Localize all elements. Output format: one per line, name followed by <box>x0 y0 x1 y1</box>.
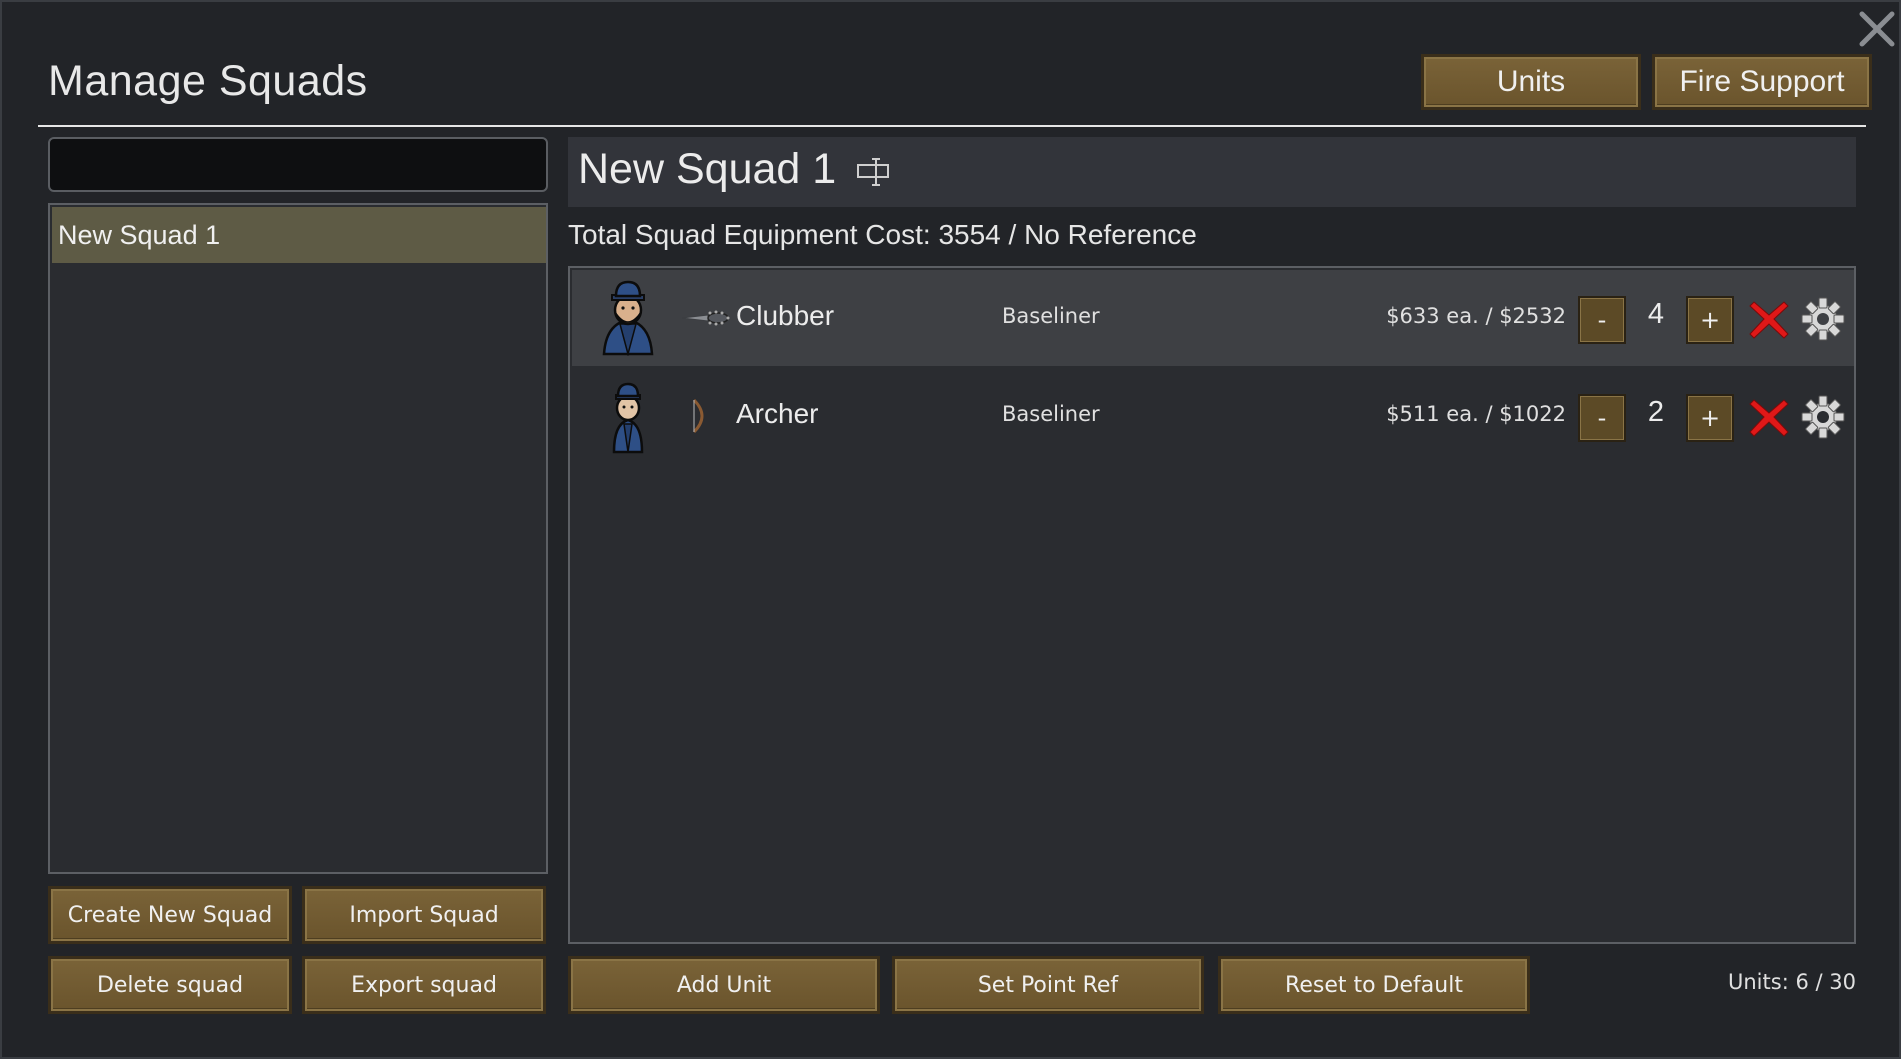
bow-icon <box>680 398 732 434</box>
unit-xenotype: Baseliner <box>1002 304 1100 328</box>
unit-row: Archer Baseliner $511 ea. / $1022 - 2 + <box>572 368 1854 464</box>
units-tab-button[interactable]: Units <box>1421 54 1641 110</box>
pawn-portrait-icon <box>598 280 658 357</box>
units-count: Units: 6 / 30 <box>1728 970 1856 994</box>
fire-support-tab-button[interactable]: Fire Support <box>1652 54 1872 110</box>
gear-icon[interactable] <box>1800 394 1846 440</box>
reset-to-default-button[interactable]: Reset to Default <box>1218 956 1530 1014</box>
rename-icon[interactable] <box>856 155 894 189</box>
squad-list-item[interactable]: New Squad 1 <box>52 207 546 263</box>
decrease-count-button[interactable]: - <box>1578 394 1626 442</box>
unit-cost: $633 ea. / $2532 <box>1386 304 1566 328</box>
squad-list: New Squad 1 <box>48 203 548 874</box>
squad-search-input[interactable] <box>48 137 548 192</box>
unit-list: Clubber Baseliner $633 ea. / $2532 - 4 + <box>568 266 1856 944</box>
unit-name: Archer <box>736 398 819 429</box>
unit-count: 4 <box>1647 298 1665 330</box>
club-icon <box>680 300 732 336</box>
remove-unit-icon[interactable] <box>1748 396 1790 438</box>
manage-squads-window: Manage Squads Units Fire Support New Squ… <box>0 0 1901 1059</box>
close-icon[interactable] <box>1854 6 1900 52</box>
squad-header: New Squad 1 <box>568 137 1856 207</box>
unit-name: Clubber <box>736 300 835 331</box>
gear-icon[interactable] <box>1800 296 1846 342</box>
window-title: Manage Squads <box>48 57 368 105</box>
create-new-squad-button[interactable]: Create New Squad <box>48 886 292 944</box>
export-squad-button[interactable]: Export squad <box>302 956 546 1014</box>
unit-count: 2 <box>1647 396 1665 428</box>
increase-count-button[interactable]: + <box>1686 296 1734 344</box>
set-point-ref-button[interactable]: Set Point Ref <box>892 956 1204 1014</box>
total-squad-cost: Total Squad Equipment Cost: 3554 / No Re… <box>568 219 1197 250</box>
unit-xenotype: Baseliner <box>1002 402 1100 426</box>
decrease-count-button[interactable]: - <box>1578 296 1626 344</box>
pawn-portrait-icon <box>598 378 658 454</box>
delete-squad-button[interactable]: Delete squad <box>48 956 292 1014</box>
remove-unit-icon[interactable] <box>1748 298 1790 340</box>
add-unit-button[interactable]: Add Unit <box>568 956 880 1014</box>
squad-name: New Squad 1 <box>578 145 837 193</box>
increase-count-button[interactable]: + <box>1686 394 1734 442</box>
unit-row: Clubber Baseliner $633 ea. / $2532 - 4 + <box>572 270 1854 366</box>
import-squad-button[interactable]: Import Squad <box>302 886 546 944</box>
header-divider <box>38 125 1866 127</box>
unit-cost: $511 ea. / $1022 <box>1386 402 1566 426</box>
